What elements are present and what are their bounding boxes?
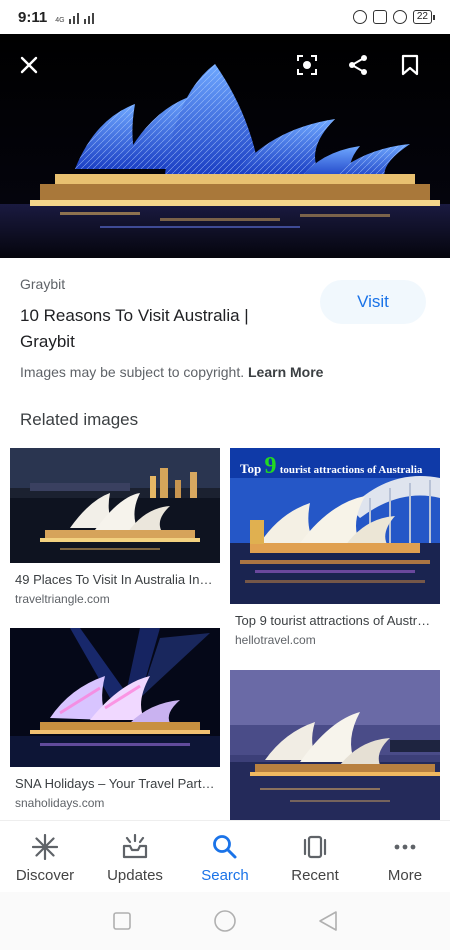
status-bar: 9:11 4G 22 <box>0 0 450 34</box>
nav-recent-label: Recent <box>291 867 339 884</box>
lens-icon <box>297 55 317 75</box>
data-saver-icon <box>352 10 367 24</box>
alarm-icon <box>392 10 407 24</box>
recent-icon <box>301 833 329 861</box>
visit-button[interactable]: Visit <box>320 280 426 324</box>
related-image-caption: Top 9 tourist attractions of Australia <box>235 613 435 628</box>
nav-discover-label: Discover <box>15 867 75 884</box>
more-icon <box>391 833 419 861</box>
nav-more[interactable]: More <box>360 821 450 892</box>
related-image-caption: SNA Holidays – Your Travel Partner <box>15 776 215 791</box>
nav-more-label: More <box>387 867 423 884</box>
related-image-thumb[interactable]: Top 9 tourist attractions of Australia <box>230 448 440 604</box>
related-image-thumb[interactable] <box>10 628 220 767</box>
home-button[interactable] <box>213 909 237 933</box>
related-image-card[interactable]: SNA Holidays – Your Travel Partner snaho… <box>10 628 220 810</box>
learn-more-link[interactable]: Learn More <box>248 364 323 380</box>
lens-button[interactable] <box>290 48 324 82</box>
related-image-domain: traveltriangle.com <box>15 592 110 606</box>
share-button[interactable] <box>341 48 375 82</box>
share-icon <box>349 55 367 75</box>
asterisk-icon <box>31 833 59 861</box>
recents-button[interactable] <box>110 909 134 933</box>
related-image-caption: 49 Places To Visit In Australia In 2021.… <box>15 572 215 587</box>
battery-icon: 22 <box>412 10 436 24</box>
thumb-overlay-text: Top 9 tourist attractions of Australia <box>240 453 423 479</box>
close-icon <box>20 56 38 74</box>
related-images-heading: Related images <box>20 410 139 429</box>
related-image-domain: snaholidays.com <box>15 796 105 810</box>
back-triangle-icon <box>319 911 338 931</box>
system-navigation-bar <box>0 892 450 950</box>
circle-icon <box>214 910 236 932</box>
copyright-notice: Images may be subject to copyright. Lear… <box>20 364 323 380</box>
nav-updates[interactable]: Updates <box>90 821 180 892</box>
mute-icon <box>372 10 387 24</box>
result-title[interactable]: 10 Reasons To Visit Australia | Graybit <box>20 303 295 355</box>
bookmark-button[interactable] <box>393 48 427 82</box>
signal-icon: 4G <box>55 10 94 24</box>
nav-updates-label: Updates <box>107 867 163 884</box>
related-image-card[interactable]: Top 9 tourist attractions of Australia T… <box>230 448 440 647</box>
status-time: 9:11 <box>18 8 48 26</box>
related-image-thumb[interactable] <box>230 670 440 820</box>
search-icon <box>211 833 239 861</box>
bottom-navigation: Discover Updates Search Recent More <box>0 820 450 892</box>
result-info: Graybit 10 Reasons To Visit Australia | … <box>0 258 450 408</box>
opera-house-image <box>0 34 450 258</box>
related-image-thumb[interactable] <box>10 448 220 563</box>
bookmark-icon <box>401 54 419 76</box>
related-image-card[interactable]: 49 Places To Visit In Australia In 2021.… <box>10 448 220 606</box>
square-icon <box>112 912 131 930</box>
back-button[interactable] <box>316 909 340 933</box>
nav-recent[interactable]: Recent <box>270 821 360 892</box>
source-name: Graybit <box>20 276 66 292</box>
nav-discover[interactable]: Discover <box>0 821 90 892</box>
nav-search-label: Search <box>201 867 249 884</box>
main-image[interactable] <box>0 34 450 258</box>
related-image-domain: hellotravel.com <box>235 633 316 647</box>
screen: 9:11 4G 22 Graybit 10 Reasons To Visit A… <box>0 0 450 950</box>
nav-search[interactable]: Search <box>180 821 270 892</box>
related-image-card[interactable] <box>230 670 440 820</box>
updates-icon <box>121 833 149 861</box>
close-button[interactable] <box>12 48 46 82</box>
copyright-text: Images may be subject to copyright. <box>20 364 245 380</box>
